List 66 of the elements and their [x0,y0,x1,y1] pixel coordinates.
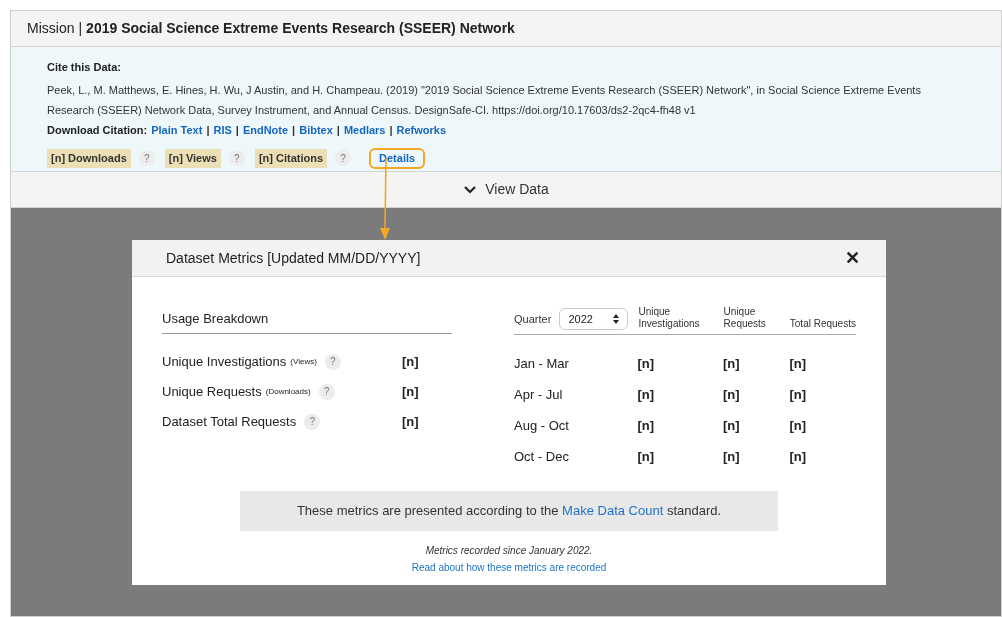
citation-link[interactable]: Bibtex [299,121,333,138]
table-cell-text: [n] [789,416,808,435]
chevron-icon [463,184,478,195]
dialog-title: Dataset Metrics [Updated MM/DD/YYYY] [166,248,421,268]
citation-link[interactable]: EndNote [242,121,289,138]
table-cell-text: [n] [723,447,741,466]
section-label: Mission [27,19,75,38]
separator: | [235,122,239,138]
quarter-period: Jan - Mar [514,354,570,373]
metric-value: [n] [402,382,419,401]
table-cell-text: [n] [637,447,656,466]
table-cell-text: [n] [789,385,808,404]
metric-value: [n] [402,412,419,431]
details-button[interactable]: Details [369,148,426,169]
column-header: Total Requests [789,318,856,330]
citation-text: Peek, L., M. Matthews, E. Hines, H. Wu, J Austin, and H. Champeau. (2019) "2019 Social Science Extreme Events Research (SSEER) Network", in Social Science Extreme Events Research (SSEER) Network Data, Survey Instrument, and Annual Census. DesignSafe-CI. https://doi.org/10.17603/ds2-2qc4-fh48 v1 [47,82,922,118]
quarter-period: Apr - Jul [514,385,564,404]
metric-badge: [n] Views [164,149,221,168]
table-cell-text: [n] [637,416,656,435]
help-badge[interactable]: ? [304,413,321,430]
citation-link[interactable]: RIS [213,121,232,138]
table-cell-text: [n] [789,354,808,373]
metric-note: (Downloads) [265,385,311,398]
column-header: Unique Requests [723,306,767,330]
usage-heading: Usage Breakdown [162,309,452,334]
table-cell-text: [n] [789,447,808,466]
column-header: Unique Investigations [638,306,701,330]
quarter-label: Quarter [514,311,553,327]
view-data-bar[interactable]: View Data [11,171,1001,208]
help-badge[interactable]: ? [324,353,341,370]
metric-badge: [n] Citations [254,149,328,168]
citation-link[interactable]: Medlars [343,121,386,138]
table-cell-text: [n] [723,416,741,435]
citation-link[interactable]: Refworks [396,121,447,138]
stepper-icon [613,314,620,324]
separator: | [292,122,296,138]
table-cell-text: [n] [723,385,741,404]
help-badge[interactable]: ? [228,150,245,167]
quarter-period: Oct - Dec [514,447,570,466]
separator: | [389,122,393,138]
separator: | [206,122,210,138]
help-badge[interactable]: ? [318,383,335,400]
read-more-link[interactable]: Read about how these metrics are recorded [411,560,607,575]
cite-heading: Cite this Data: [47,60,122,75]
recorded-since: Metrics recorded since January 2022. [424,544,594,558]
help-badge[interactable]: ? [138,150,155,167]
download-label: Download Citation: [47,122,148,138]
separator: | [336,122,340,138]
table-cell-text: [n] [637,354,656,373]
year-select[interactable]: 2022 [559,308,629,330]
dataset-title: 2019 Social Science Extreme Events Research (SSEER) Network [86,19,515,38]
metric-note: (Views) [290,355,317,368]
help-badge[interactable]: ? [335,150,352,167]
separator: | [78,19,83,38]
metric-label: Unique Requests [162,382,262,401]
table-cell-text: [n] [637,385,656,404]
metric-badge: [n] Downloads [47,149,131,168]
metric-label: Dataset Total Requests [162,412,297,431]
make-data-count-link[interactable]: Make Data Count [562,503,664,519]
metric-value: [n] [402,352,419,371]
standard-notice: These metrics are presented according to the Make Data Count standard. [296,502,722,521]
metric-label: Unique Investigations [162,352,287,371]
quarter-period: Aug - Oct [514,416,570,435]
table-cell-text: [n] [723,354,741,373]
close-button[interactable]: ✕ [845,244,860,272]
citation-link[interactable]: Plain Text [151,121,203,138]
